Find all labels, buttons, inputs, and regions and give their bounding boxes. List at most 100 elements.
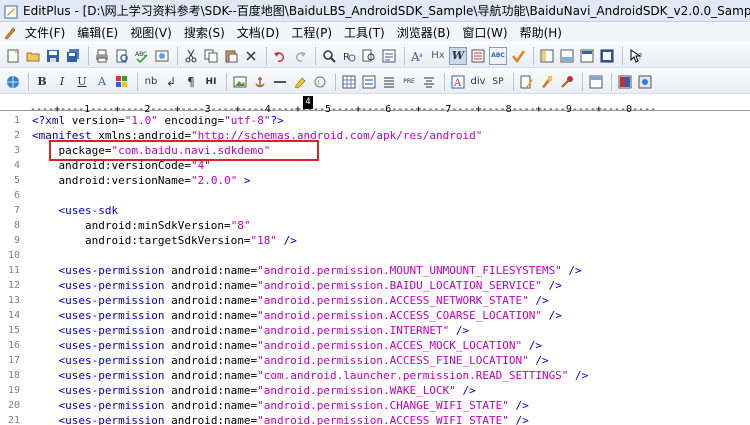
copy-icon[interactable] — [202, 47, 220, 65]
code-editor[interactable]: 1 <?xml version="1.0" encoding="utf-8"?> 2… — [0, 112, 750, 425]
comment-icon[interactable]: ! — [311, 73, 329, 91]
code-line[interactable]: 14 <uses-permission android:name="androi… — [0, 308, 750, 323]
edit-page-icon[interactable] — [518, 73, 536, 91]
menu-view[interactable]: 视图(V) — [124, 24, 178, 41]
horizontal-rule-icon[interactable] — [271, 73, 289, 91]
cliptext-icon[interactable] — [578, 47, 596, 65]
heading-hx-button[interactable]: Hx — [429, 47, 447, 65]
code-line[interactable]: 7 <uses-sdk — [0, 203, 750, 218]
script-tools-icon[interactable] — [558, 73, 576, 91]
code-text: <uses-permission android:name="android.p… — [32, 263, 581, 278]
code-text: <?xml version="1.0" encoding="utf-8"?> — [32, 113, 284, 128]
print-icon[interactable] — [93, 47, 111, 65]
code-line[interactable]: 18 <uses-permission android:name="com.an… — [0, 368, 750, 383]
editplus-app-icon[interactable] — [4, 4, 18, 18]
code-token-attr: encoding= — [157, 114, 225, 127]
line-break-button[interactable]: ↲ — [162, 73, 180, 91]
new-file-icon[interactable] — [4, 47, 22, 65]
menu-edit[interactable]: 编辑(E) — [71, 24, 124, 41]
line-number: 9 — [13, 235, 20, 246]
css-brush-icon[interactable] — [538, 73, 556, 91]
menu-tools[interactable]: 工具(T) — [338, 24, 391, 41]
code-line[interactable]: 9 android:targetSdkVersion="18" /> — [0, 233, 750, 248]
line-number-icon[interactable] — [469, 47, 487, 65]
code-line[interactable]: 1 <?xml version="1.0" encoding="utf-8"?> — [0, 113, 750, 128]
code-line[interactable]: 11 <uses-permission android:name="androi… — [0, 263, 750, 278]
font-color-button[interactable]: A — [93, 73, 111, 91]
replace-icon[interactable]: R — [340, 47, 358, 65]
print-preview-icon[interactable] — [113, 47, 131, 65]
code-line[interactable]: 13 <uses-permission android:name="androi… — [0, 293, 750, 308]
table-icon[interactable] — [340, 73, 358, 91]
image-icon[interactable] — [231, 73, 249, 91]
form-icon[interactable] — [360, 73, 378, 91]
code-line[interactable]: 8 android:minSdkVersion="8" — [0, 218, 750, 233]
menu-browser[interactable]: 浏览器(B) — [391, 24, 457, 41]
word-wrap-w-button[interactable]: W — [449, 46, 467, 65]
code-token-val: "android.permission.ACCESS_NETWORK_STATE… — [257, 294, 529, 307]
menu-search[interactable]: 搜索(S) — [178, 24, 231, 41]
check-mark-icon[interactable] — [509, 47, 527, 65]
code-token-val: "8" — [230, 219, 251, 232]
list-icon[interactable] — [380, 73, 398, 91]
open-folder-icon[interactable] — [24, 47, 42, 65]
code-line[interactable]: 6 — [0, 188, 750, 203]
italic-button[interactable]: I — [53, 73, 71, 91]
cut-icon[interactable] — [182, 47, 200, 65]
context-help-icon[interactable]: ? — [627, 47, 645, 65]
code-token-tag: <uses-permission — [32, 324, 172, 337]
document-list-icon[interactable] — [538, 47, 556, 65]
pre-button[interactable]: PRE — [400, 73, 418, 91]
code-text: <uses-sdk — [32, 203, 118, 218]
save-all-icon[interactable] — [64, 47, 82, 65]
paragraph-button[interactable]: ¶ — [182, 73, 200, 91]
anchor-icon[interactable] — [251, 73, 269, 91]
span-button[interactable]: SP — [489, 73, 507, 91]
menu-help[interactable]: 帮助(H) — [514, 24, 568, 41]
code-line[interactable]: 16 <uses-permission android:name="androi… — [0, 338, 750, 353]
font-tag-icon[interactable]: A — [449, 73, 467, 91]
preview-web-icon[interactable] — [153, 47, 171, 65]
save-icon[interactable] — [44, 47, 62, 65]
undo-icon[interactable] — [271, 47, 289, 65]
code-token-attr: android:targetSdkVersion= — [32, 234, 251, 247]
bold-button[interactable]: B — [33, 73, 51, 91]
browser-globe-icon[interactable] — [4, 73, 22, 91]
code-line[interactable]: 20 <uses-permission android:name="androi… — [0, 398, 750, 413]
paste-icon[interactable] — [222, 47, 240, 65]
code-line[interactable]: 19 <uses-permission android:name="androi… — [0, 383, 750, 398]
code-line[interactable]: 10 — [0, 248, 750, 263]
code-line[interactable]: 5 android:versionName="2.0.0" > — [0, 173, 750, 188]
code-line[interactable]: 17 <uses-permission android:name="androi… — [0, 353, 750, 368]
delete-icon[interactable] — [242, 47, 260, 65]
web-preview-icon[interactable] — [616, 73, 634, 91]
menu-project[interactable]: 工程(P) — [285, 24, 338, 41]
cliptext-panel-icon[interactable] — [587, 73, 605, 91]
underline-button[interactable]: U — [73, 73, 91, 91]
spell-abc-button[interactable]: ABC — [489, 46, 507, 65]
fullscreen-icon[interactable] — [598, 47, 616, 65]
output-window-icon[interactable] — [558, 47, 576, 65]
code-line[interactable]: 15 <uses-permission android:name="androi… — [0, 323, 750, 338]
heading-hi-button[interactable]: HI — [202, 73, 220, 91]
browser-toggle-icon[interactable] — [636, 73, 654, 91]
code-token-attr: android:name= — [171, 279, 258, 292]
highlight-pen-icon[interactable] — [291, 73, 309, 91]
code-token-val: "android.permission.ACCESS_FINE_LOCATION… — [257, 354, 529, 367]
font-size-icon[interactable]: Aa — [409, 47, 427, 65]
goto-line-icon[interactable] — [380, 47, 398, 65]
center-icon[interactable] — [420, 73, 438, 91]
find-icon[interactable] — [320, 47, 338, 65]
menu-window[interactable]: 窗口(W) — [456, 24, 513, 41]
code-line[interactable]: 12 <uses-permission android:name="androi… — [0, 278, 750, 293]
nbsp-button[interactable]: nb — [142, 73, 160, 91]
redo-icon[interactable] — [291, 47, 309, 65]
menu-file[interactable]: 文件(F) — [19, 24, 71, 41]
spellcheck-icon[interactable]: ABC — [133, 47, 151, 65]
code-text: <uses-permission android:name="android.p… — [32, 293, 548, 308]
code-line[interactable]: 21 <uses-permission android:name="androi… — [0, 413, 750, 425]
color-palette-icon[interactable] — [113, 73, 131, 91]
find-in-files-icon[interactable] — [360, 47, 378, 65]
menu-document[interactable]: 文档(D) — [231, 24, 286, 41]
div-button[interactable]: div — [469, 73, 487, 91]
